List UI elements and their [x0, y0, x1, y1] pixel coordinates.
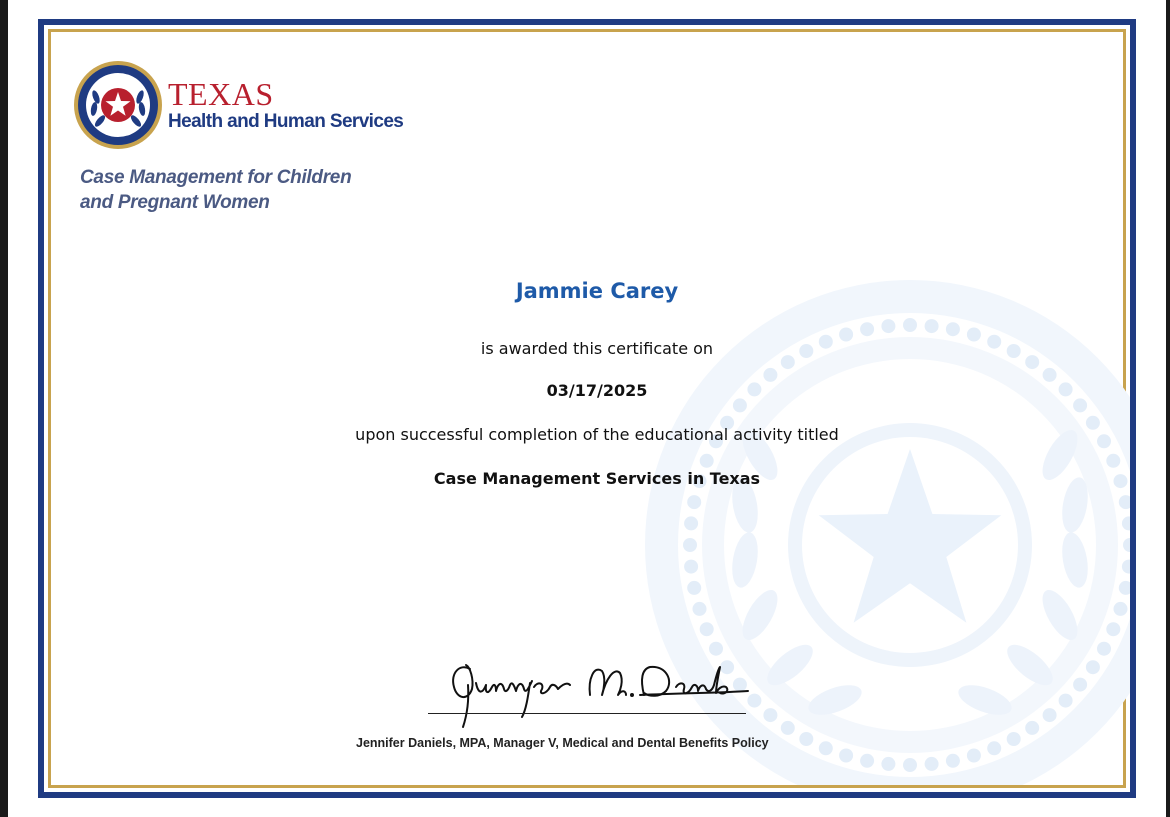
logo-title: TEXAS	[168, 76, 274, 112]
course-title: Case Management Services in Texas	[433, 469, 761, 488]
signature-line	[428, 713, 746, 714]
recipient-name: Jammie Carey	[515, 279, 679, 303]
award-date: 03/17/2025	[546, 381, 648, 400]
completion-text: upon successful completion of the educat…	[355, 425, 839, 444]
awarded-text: is awarded this certificate on	[480, 339, 714, 358]
left-page-edge	[0, 0, 8, 817]
logo-subtitle: Health and Human Services	[168, 111, 404, 132]
signatory-name-title: Jennifer Daniels, MPA, Manager V, Medica…	[356, 736, 769, 750]
program-name-line-1: Case Management for Children	[80, 167, 352, 188]
program-name-line-2: and Pregnant Women	[80, 192, 270, 213]
right-page-edge	[1166, 0, 1170, 817]
texas-state-seal-icon	[74, 61, 162, 149]
handwritten-signature	[452, 664, 749, 728]
